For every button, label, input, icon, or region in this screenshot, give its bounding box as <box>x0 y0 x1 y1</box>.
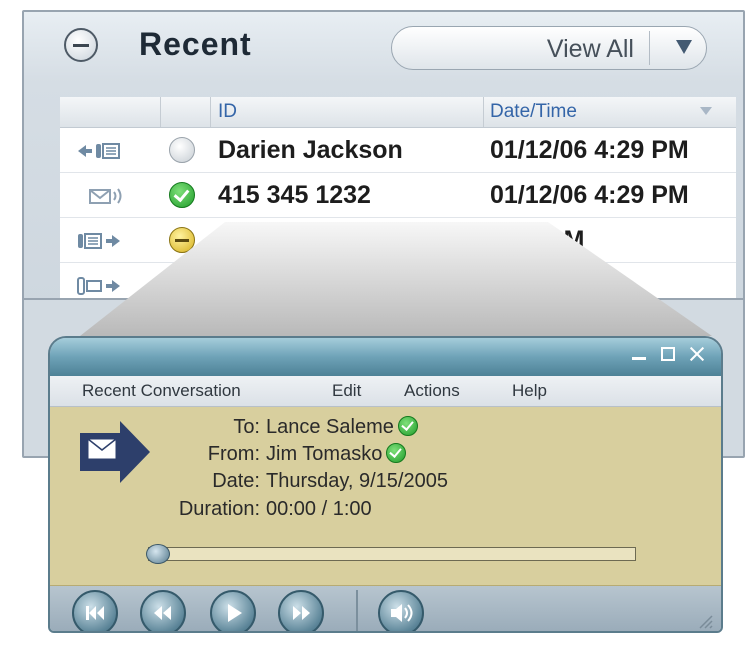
table-row[interactable]: 4:29 PM <box>60 218 736 263</box>
minimize-icon[interactable] <box>631 346 647 362</box>
resize-grip-icon[interactable] <box>695 611 713 629</box>
column-divider <box>483 97 484 127</box>
skip-back-button[interactable] <box>72 590 118 631</box>
recent-table: ID Date/Time Darien Jackson 01/12/06 4:2… <box>60 97 736 312</box>
controls-divider <box>356 590 358 631</box>
playback-controls <box>50 586 721 631</box>
to-name: Lance Saleme <box>266 416 394 438</box>
status-indicator <box>169 137 195 163</box>
menu-bar: Recent Conversation Edit Actions Help <box>50 376 721 407</box>
status-indicator <box>169 227 195 253</box>
column-header-id[interactable]: ID <box>218 101 237 123</box>
fast-forward-icon <box>293 606 310 620</box>
play-icon <box>228 604 242 622</box>
conversation-window: Recent Conversation Edit Actions Help To… <box>48 336 723 633</box>
row-date-time: 29 PM <box>490 271 563 299</box>
row-date-time: 01/12/06 4:29 PM <box>490 136 689 164</box>
menu-edit[interactable]: Edit <box>332 381 361 401</box>
duration-label: Duration: <box>178 498 260 520</box>
row-date-time: 4:29 PM <box>490 226 585 254</box>
playback-progress-track[interactable] <box>148 547 636 561</box>
to-value: Lance Saleme <box>266 416 418 439</box>
skip-back-icon <box>86 606 104 620</box>
view-all-dropdown[interactable]: View All <box>391 26 707 70</box>
volume-icon <box>391 604 413 622</box>
from-label: From: <box>207 443 260 465</box>
outgoing-video-call-icon <box>77 277 120 295</box>
row-date-time: 01/12/06 4:29 PM <box>490 181 689 209</box>
date-value: Thursday, 9/15/2005 <box>266 470 448 492</box>
status-indicator <box>169 182 195 208</box>
from-value: Jim Tomasko <box>266 443 407 466</box>
rewind-button[interactable] <box>140 590 186 631</box>
close-icon[interactable] <box>689 346 705 362</box>
check-icon <box>397 416 418 436</box>
chevron-down-icon[interactable] <box>676 40 692 54</box>
incoming-call-icon <box>78 143 120 159</box>
column-header-date-time[interactable]: Date/Time <box>490 101 577 123</box>
window-controls <box>631 346 705 362</box>
table-header: ID Date/Time <box>60 97 736 128</box>
menu-recent-conversation[interactable]: Recent Conversation <box>82 381 241 401</box>
row-id: 415 345 1232 <box>218 181 371 209</box>
voicemail-icon <box>89 188 122 204</box>
to-label: To: <box>233 416 260 438</box>
menu-actions[interactable]: Actions <box>404 381 460 401</box>
date-label: Date: <box>212 470 260 492</box>
playback-progress-thumb[interactable] <box>146 544 170 564</box>
play-button[interactable] <box>210 590 256 631</box>
volume-button[interactable] <box>378 590 424 631</box>
table-row[interactable]: Darien Jackson 01/12/06 4:29 PM <box>60 128 736 173</box>
from-name: Jim Tomasko <box>266 443 383 465</box>
recent-panel: Recent View All ID Date/Time Darien Jack… <box>22 10 745 312</box>
recent-title: Recent <box>139 26 252 62</box>
view-all-divider <box>649 31 650 65</box>
outgoing-call-icon <box>78 233 120 249</box>
title-bar[interactable] <box>50 338 721 376</box>
rewind-icon <box>154 606 171 620</box>
check-icon <box>386 443 407 463</box>
view-all-label: View All <box>546 35 634 63</box>
table-row[interactable]: 415 345 1232 01/12/06 4:29 PM <box>60 173 736 218</box>
maximize-icon[interactable] <box>661 347 675 361</box>
column-divider <box>210 97 211 127</box>
duration-value: 00:00 / 1:00 <box>266 498 372 520</box>
sort-down-icon[interactable] <box>700 107 712 115</box>
collapse-button[interactable] <box>64 28 98 62</box>
row-id: Darien Jackson <box>218 136 403 164</box>
status-indicator <box>169 272 195 298</box>
fast-forward-button[interactable] <box>278 590 324 631</box>
menu-help[interactable]: Help <box>512 381 547 401</box>
column-divider <box>160 97 161 127</box>
